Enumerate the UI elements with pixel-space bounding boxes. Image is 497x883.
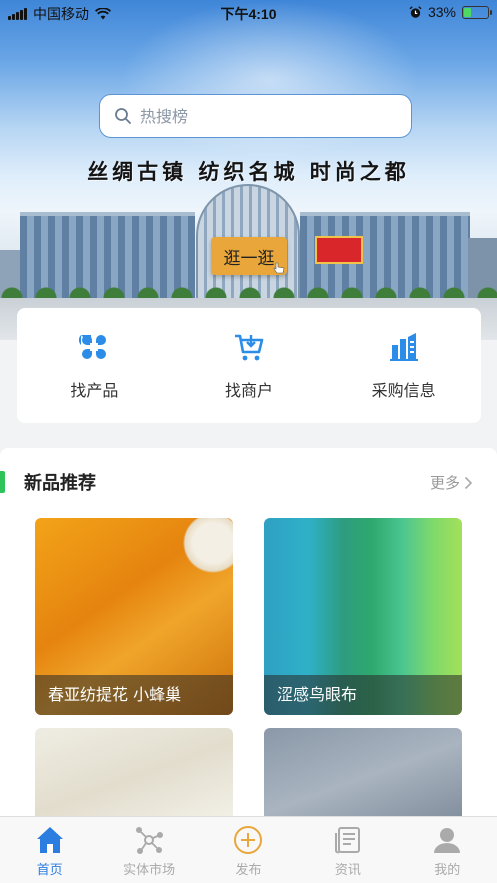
user-icon — [434, 828, 461, 853]
building-chart-icon — [389, 332, 418, 361]
product-name: 涩感鸟眼布 — [264, 675, 462, 715]
product-card[interactable]: 春亚纺提花 小蜂巢 — [35, 518, 233, 715]
stroll-button[interactable]: 逛一逛 — [211, 237, 287, 275]
product-card[interactable] — [35, 728, 233, 828]
tab-news-label: 资讯 — [334, 863, 361, 878]
hero-banner: 中国移动 下午4:10 33% 热搜榜 丝绸古镇 纺织名城 时尚之都 逛一逛 — [0, 0, 497, 340]
battery-percent: 33% — [427, 4, 456, 20]
quick-actions-card: 找产品 找商户 采购信息 — [17, 308, 481, 423]
find-merchant-button[interactable]: 找商户 — [189, 331, 309, 401]
tab-publish[interactable]: 发布 — [203, 817, 293, 883]
banner-slogan: 丝绸古镇 纺织名城 时尚之都 — [87, 159, 410, 184]
bottom-tab-bar: 首页 实体市场 发布 资讯 我的 — [0, 816, 497, 883]
product-name: 春亚纺提花 小蜂巢 — [35, 675, 233, 715]
plus-circle-icon — [234, 826, 263, 854]
section-title: 新品推荐 — [24, 473, 96, 494]
search-bar[interactable] — [99, 94, 412, 138]
tab-market[interactable]: 实体市场 — [104, 817, 194, 883]
market-network-icon — [136, 827, 164, 854]
find-product-button[interactable]: 找产品 — [34, 331, 154, 401]
tab-news[interactable]: 资讯 — [303, 817, 393, 883]
find-product-label: 找产品 — [70, 380, 119, 400]
purchase-info-label: 采购信息 — [371, 380, 436, 400]
tab-publish-label: 发布 — [235, 863, 262, 878]
find-merchant-label: 找商户 — [224, 380, 273, 400]
new-products-section: 新品推荐 更多 春亚纺提花 小蜂巢 涩感鸟眼布 — [0, 448, 497, 828]
pointer-hand-icon — [273, 262, 285, 274]
cart-icon — [234, 334, 264, 360]
tab-mine-label: 我的 — [434, 863, 461, 878]
battery-icon — [462, 5, 492, 19]
led-billboard — [315, 236, 363, 264]
chevron-right-icon — [464, 476, 473, 489]
alarm-icon — [409, 5, 422, 18]
tab-market-label: 实体市场 — [123, 863, 176, 878]
tab-mine[interactable]: 我的 — [402, 817, 492, 883]
status-bar: 中国移动 下午4:10 33% — [0, 0, 497, 26]
tab-home-label: 首页 — [36, 863, 63, 878]
more-link[interactable]: 更多 — [430, 472, 473, 493]
purchase-info-button[interactable]: 采购信息 — [344, 331, 464, 401]
product-card[interactable]: 涩感鸟眼布 — [264, 518, 462, 715]
stroll-label: 逛一逛 — [223, 248, 275, 269]
more-label: 更多 — [429, 474, 460, 492]
product-grid-icon — [79, 333, 108, 360]
product-card[interactable] — [264, 728, 462, 828]
news-icon — [334, 827, 360, 854]
battery-fill — [464, 7, 472, 17]
search-input[interactable] — [140, 106, 380, 126]
section-header: 新品推荐 更多 — [0, 466, 497, 496]
search-icon — [115, 108, 131, 124]
tab-home[interactable]: 首页 — [5, 817, 95, 883]
home-icon — [36, 827, 63, 853]
section-accent-bar — [0, 471, 5, 493]
